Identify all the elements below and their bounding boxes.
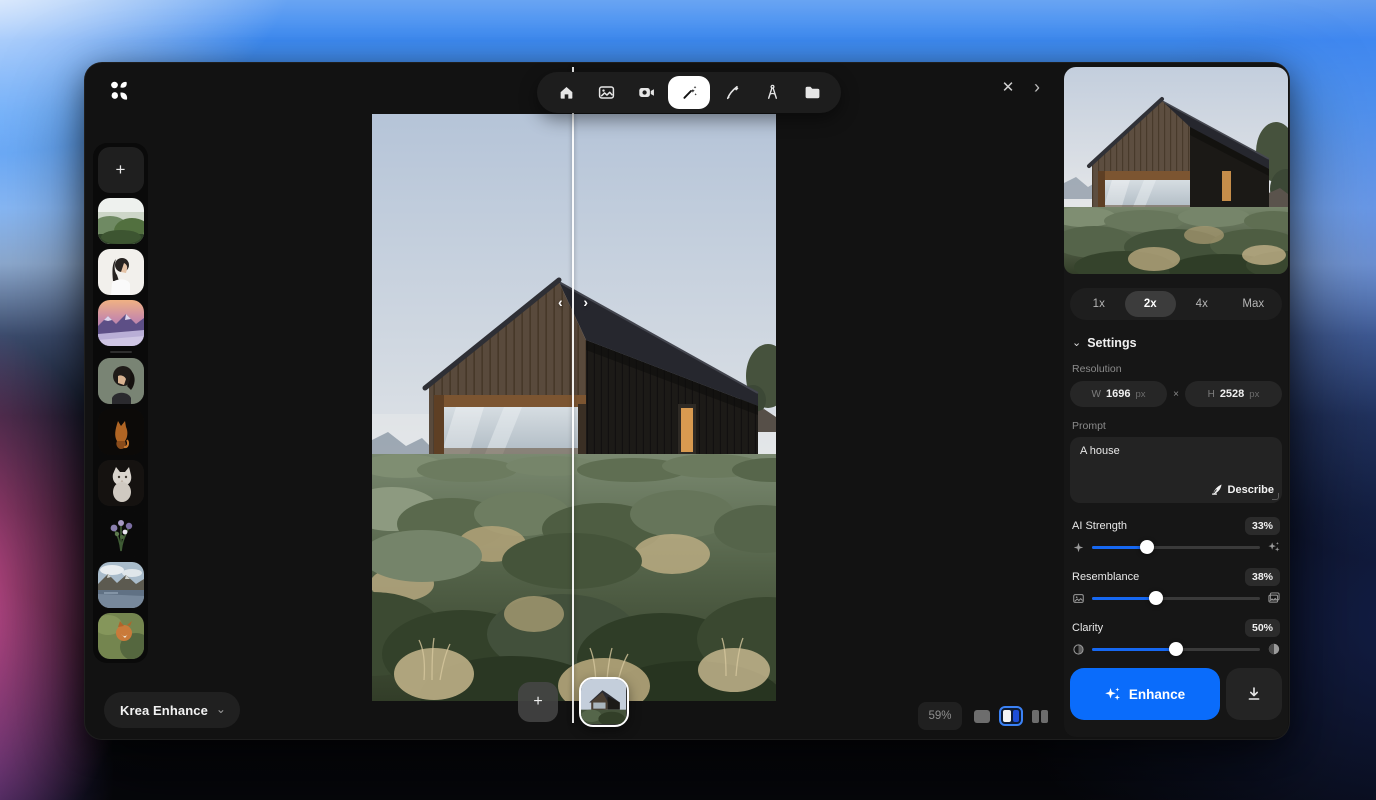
prompt-value: A house bbox=[1080, 445, 1272, 457]
chevron-down-icon: ⌄ bbox=[216, 702, 226, 716]
model-selector[interactable]: Krea Enhance ⌄ bbox=[104, 692, 240, 728]
width-field[interactable]: W 1696 px bbox=[1070, 381, 1167, 407]
compare-handle[interactable]: ‹ › bbox=[558, 292, 588, 312]
main-toolbar bbox=[537, 72, 841, 113]
compass-icon[interactable] bbox=[754, 76, 790, 109]
contrast-max-icon bbox=[1267, 643, 1280, 656]
clarity-slider-block: Clarity 50% bbox=[1072, 619, 1280, 656]
home-icon[interactable] bbox=[548, 76, 584, 109]
add-asset-button[interactable]: + bbox=[98, 147, 144, 193]
download-button[interactable] bbox=[1226, 668, 1282, 720]
resolution-inputs: W 1696 px × H 2528 px bbox=[1070, 381, 1282, 407]
clarity-value-badge: 50% bbox=[1245, 619, 1280, 637]
prompt-label: Prompt bbox=[1072, 420, 1280, 432]
split-right-pane bbox=[1013, 710, 1019, 722]
resemblance-label: Resemblance bbox=[1072, 571, 1139, 583]
view-mode-group bbox=[974, 703, 1048, 729]
ai-strength-slider-block: AI Strength 33% bbox=[1072, 517, 1280, 554]
view-single-icon[interactable] bbox=[974, 710, 990, 723]
folder-icon[interactable] bbox=[794, 76, 830, 109]
width-value: 1696 bbox=[1106, 388, 1130, 400]
height-value: 2528 bbox=[1220, 388, 1244, 400]
model-selector-label: Krea Enhance bbox=[120, 703, 208, 718]
sidebar-thumbnail-mountain-sunset[interactable] bbox=[98, 300, 144, 346]
sidebar-thumbnail-white-cat[interactable] bbox=[98, 460, 144, 506]
ai-strength-slider[interactable] bbox=[1092, 546, 1260, 549]
zoom-level-badge[interactable]: 59% bbox=[918, 702, 962, 730]
enhance-panel: 1x 2x 4x Max ⌄ Settings Resolution W 169… bbox=[1064, 67, 1288, 737]
describe-label: Describe bbox=[1228, 484, 1274, 496]
canvas-image[interactable] bbox=[372, 114, 776, 701]
enhance-wand-icon[interactable] bbox=[668, 76, 710, 109]
width-label: W bbox=[1092, 389, 1101, 400]
add-frame-button[interactable]: + bbox=[518, 682, 558, 722]
clarity-knob[interactable] bbox=[1169, 642, 1183, 656]
resemblance-value-badge: 38% bbox=[1245, 568, 1280, 586]
ai-strength-label: AI Strength bbox=[1072, 520, 1127, 532]
forward-chevron-icon[interactable]: › bbox=[1026, 76, 1048, 98]
describe-button[interactable]: Describe bbox=[1211, 483, 1274, 496]
view-side-by-side-icon[interactable] bbox=[1032, 710, 1048, 723]
krea-logo-icon[interactable] bbox=[109, 79, 131, 103]
upscale-4x-button[interactable]: 4x bbox=[1176, 291, 1228, 317]
sidebar-thumbnail-fox-silhouette[interactable] bbox=[98, 409, 144, 455]
chevron-down-icon: ⌄ bbox=[1072, 336, 1081, 349]
contrast-min-icon bbox=[1072, 643, 1085, 656]
height-unit: px bbox=[1249, 389, 1259, 400]
compare-left-chevron-icon: ‹ bbox=[558, 294, 563, 310]
selected-frame-thumbnail[interactable] bbox=[579, 677, 629, 727]
gallery-icon[interactable] bbox=[588, 76, 624, 109]
sidebar-thumbnail-portrait-woman-white[interactable] bbox=[98, 249, 144, 295]
height-field[interactable]: H 2528 px bbox=[1185, 381, 1282, 407]
sparkle-min-icon bbox=[1072, 541, 1085, 554]
upscale-factor-group: 1x 2x 4x Max bbox=[1070, 288, 1282, 320]
image-min-icon bbox=[1072, 592, 1085, 605]
sidebar-divider bbox=[110, 351, 132, 353]
ai-strength-knob[interactable] bbox=[1140, 540, 1154, 554]
sparkle-icon bbox=[1105, 686, 1121, 702]
sparkles-max-icon bbox=[1267, 541, 1280, 554]
sidebar-thumbnail-woman-ponytail[interactable] bbox=[98, 358, 144, 404]
height-label: H bbox=[1208, 389, 1215, 400]
multiply-sign: × bbox=[1173, 389, 1179, 400]
compare-divider[interactable] bbox=[572, 67, 574, 723]
upscale-max-button[interactable]: Max bbox=[1228, 291, 1280, 317]
resemblance-slider[interactable] bbox=[1092, 597, 1260, 600]
prompt-textarea[interactable]: A house Describe bbox=[1070, 437, 1282, 503]
cta-row: Enhance bbox=[1070, 668, 1282, 720]
clarity-slider[interactable] bbox=[1092, 648, 1260, 651]
resolution-label: Resolution bbox=[1072, 363, 1280, 375]
app-window: ✕ › + bbox=[84, 62, 1290, 740]
paint-icon[interactable] bbox=[714, 76, 750, 109]
result-preview-image bbox=[1064, 67, 1288, 274]
split-left-pane bbox=[1003, 710, 1011, 722]
clarity-label: Clarity bbox=[1072, 622, 1103, 634]
download-icon bbox=[1246, 686, 1262, 702]
sidebar-thumbnail-flower-bouquet[interactable] bbox=[98, 511, 144, 557]
images-max-icon bbox=[1267, 592, 1280, 605]
upscale-2x-button[interactable]: 2x bbox=[1125, 291, 1177, 317]
compare-right-chevron-icon: › bbox=[583, 294, 588, 310]
ai-strength-value-badge: 33% bbox=[1245, 517, 1280, 535]
width-unit: px bbox=[1135, 389, 1145, 400]
enhance-label: Enhance bbox=[1129, 687, 1185, 702]
video-icon[interactable] bbox=[628, 76, 664, 109]
view-split-icon[interactable] bbox=[999, 706, 1023, 726]
quill-icon bbox=[1211, 483, 1224, 496]
sidebar-thumbnail-fox-grass[interactable] bbox=[98, 613, 144, 659]
settings-toggle[interactable]: ⌄ Settings bbox=[1072, 336, 1280, 350]
asset-sidebar: + bbox=[93, 143, 148, 663]
enhance-button[interactable]: Enhance bbox=[1070, 668, 1220, 720]
sidebar-thumbnail-green-hills[interactable] bbox=[98, 198, 144, 244]
resemblance-slider-block: Resemblance 38% bbox=[1072, 568, 1280, 605]
resemblance-knob[interactable] bbox=[1149, 591, 1163, 605]
close-icon[interactable]: ✕ bbox=[997, 76, 1019, 98]
sidebar-thumbnail-mountain-lake[interactable] bbox=[98, 562, 144, 608]
settings-label: Settings bbox=[1087, 336, 1136, 350]
upscale-1x-button[interactable]: 1x bbox=[1073, 291, 1125, 317]
resize-grip-icon[interactable] bbox=[1272, 493, 1279, 500]
